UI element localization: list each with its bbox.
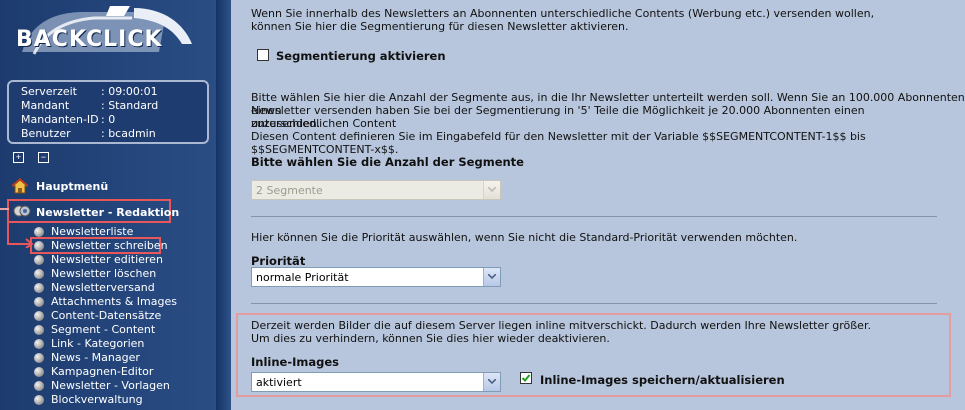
nav-item-label: Newsletter - Vorlagen xyxy=(51,379,170,392)
bullet-icon xyxy=(34,311,44,321)
nav-item-newsletter-loeschen[interactable]: Newsletter löschen xyxy=(34,267,214,281)
inline-images-save-label: Inline-Images speichern/aktualisieren xyxy=(540,373,785,387)
nav-item-newsletter-vorlagen[interactable]: Newsletter - Vorlagen xyxy=(34,379,214,393)
bullet-icon xyxy=(34,241,44,251)
info-value: : 0 xyxy=(101,113,116,126)
info-key: Mandanten-ID xyxy=(21,113,99,126)
nav-section-label: Newsletter - Redaktion xyxy=(36,206,180,219)
chevron-down-icon xyxy=(483,181,500,199)
nav-item-newsletterversand[interactable]: Newsletterversand xyxy=(34,281,214,295)
logo-text: BACKCLICK xyxy=(16,27,163,52)
segment-desc-line: zuzusenden. xyxy=(251,117,321,130)
bullet-icon xyxy=(34,339,44,349)
checkmark-icon xyxy=(521,374,531,382)
segments-heading: Bitte wählen Sie die Anzahl der Segmente xyxy=(251,155,524,169)
priority-select[interactable]: normale Priorität xyxy=(251,267,501,287)
bullet-icon xyxy=(34,269,44,279)
intro-text-line: Wenn Sie innerhalb des Newsletters an Ab… xyxy=(251,7,875,20)
nav-item-label: Newsletterliste xyxy=(51,225,134,238)
nav-item-newsletter-schreiben[interactable]: Newsletter schreiben xyxy=(34,239,214,253)
sidebar: BACKCLICK Serverzeit : 09:00:01 Mandant … xyxy=(0,0,216,410)
nav-item-newsletter-editieren[interactable]: Newsletter editieren xyxy=(34,253,214,267)
nav-item-label: Kampagnen-Editor xyxy=(51,365,154,378)
chevron-down-icon xyxy=(483,268,500,286)
nav-item-news-manager[interactable]: News - Manager xyxy=(34,351,214,365)
nav-item-label: Newsletterversand xyxy=(51,281,155,294)
server-info-box: Serverzeit : 09:00:01 Mandant : Standard… xyxy=(7,80,209,144)
nav-item-kampagnen-editor[interactable]: Kampagnen-Editor xyxy=(34,365,214,379)
nav-item-link-kategorien[interactable]: Link - Kategorien xyxy=(34,337,214,351)
nav-item-label: Content-Datensätze xyxy=(51,309,162,322)
nav-item-label: News - Manager xyxy=(51,351,140,364)
home-icon xyxy=(12,178,28,194)
bullet-icon xyxy=(34,283,44,293)
nav-item-segment-content[interactable]: Segment - Content xyxy=(34,323,214,337)
nav-item-attachments-images[interactable]: Attachments & Images xyxy=(34,295,214,309)
info-value: : Standard xyxy=(101,99,159,112)
segment-desc-line: Newsletter versenden haben Sie bei der S… xyxy=(251,104,865,130)
info-key: Serverzeit xyxy=(21,85,77,98)
inline-images-select[interactable]: aktiviert xyxy=(251,372,501,392)
segments-select[interactable]: 2 Segmente xyxy=(251,180,501,200)
inline-desc-line: Um dies zu verhindern, können Sie dies h… xyxy=(251,332,610,345)
expand-all-icon[interactable]: + xyxy=(13,152,24,163)
bullet-icon xyxy=(34,325,44,335)
nav-item-label: Newsletter schreiben xyxy=(51,239,168,252)
nav-section-newsletter-redaktion[interactable]: Newsletter - Redaktion xyxy=(7,199,179,223)
info-key: Mandant xyxy=(21,99,70,112)
bullet-icon xyxy=(34,381,44,391)
nav-item-label: Segment - Content xyxy=(51,323,156,336)
chevron-down-icon xyxy=(483,373,500,391)
collapse-all-icon[interactable]: − xyxy=(38,152,49,163)
bullet-icon xyxy=(34,227,44,237)
segment-desc-line: Diesen Content definieren Sie im Eingabe… xyxy=(251,130,866,156)
section-divider xyxy=(251,216,937,217)
section-divider xyxy=(251,303,937,304)
main-content: Wenn Sie innerhalb des Newsletters an Ab… xyxy=(231,0,965,410)
newsletter-section-icon xyxy=(13,205,31,217)
bullet-icon xyxy=(34,255,44,265)
bullet-icon xyxy=(34,395,44,405)
nav-item-newsletterliste[interactable]: Newsletterliste xyxy=(34,225,214,239)
sidebar-divider xyxy=(216,0,231,410)
inline-images-save-checkbox[interactable] xyxy=(520,372,532,384)
priority-desc: Hier können Sie die Priorität auswählen,… xyxy=(251,231,798,244)
info-value: : 09:00:01 xyxy=(101,85,158,98)
nav-item-label: Link - Kategorien xyxy=(51,337,145,350)
inline-desc-line: Derzeit werden Bilder die auf diesem Ser… xyxy=(251,319,871,332)
inline-images-label: Inline-Images xyxy=(251,355,340,369)
bullet-icon xyxy=(34,297,44,307)
nav-main-menu-label: Hauptmenü xyxy=(36,180,109,193)
nav-item-content-datensaetze[interactable]: Content-Datensätze xyxy=(34,309,214,323)
nav-item-label: Blockverwaltung xyxy=(51,393,143,406)
priority-select-value: normale Priorität xyxy=(256,271,349,284)
segments-select-value: 2 Segmente xyxy=(256,184,323,197)
nav-item-label: Newsletter editieren xyxy=(51,253,163,266)
inline-images-select-value: aktiviert xyxy=(256,376,302,389)
intro-text-line: können Sie hier die Segmentierung für di… xyxy=(251,20,629,33)
nav-item-label: Newsletter löschen xyxy=(51,267,157,280)
annotation-arrow-icon xyxy=(0,208,9,210)
bullet-icon xyxy=(34,367,44,377)
bullet-icon xyxy=(34,353,44,363)
nav-item-blockverwaltung[interactable]: Blockverwaltung xyxy=(34,393,214,407)
nav-item-label: Attachments & Images xyxy=(51,295,177,308)
info-value: : bcadmin xyxy=(101,127,156,140)
segmentierung-label: Segmentierung aktivieren xyxy=(276,49,446,63)
info-key: Benutzer xyxy=(21,127,71,140)
segmentierung-checkbox[interactable] xyxy=(257,49,269,61)
